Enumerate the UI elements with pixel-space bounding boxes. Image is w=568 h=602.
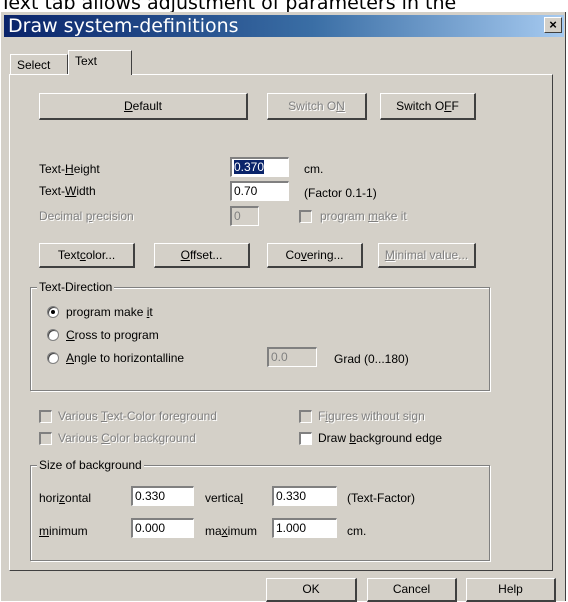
switch-on-button[interactable]: Switch ON <box>267 93 367 120</box>
text-height-label: Text-Height <box>39 162 100 176</box>
figures-without-sign-label: Figures without sign <box>318 409 425 423</box>
offset-button[interactable]: Offset... <box>154 243 250 268</box>
horizontal-field[interactable]: 0.330 <box>131 486 194 506</box>
text-width-hint: (Factor 0.1-1) <box>304 186 377 200</box>
default-button[interactable]: Default <box>39 93 248 120</box>
various-text-color-checkbox[interactable] <box>39 410 52 423</box>
close-button[interactable]: × <box>544 17 562 33</box>
various-color-background-checkbox[interactable] <box>39 432 52 445</box>
text-height-field[interactable]: 0.370 <box>230 157 289 177</box>
text-width-label: Text-Width <box>39 184 96 198</box>
tab-select[interactable]: Select <box>10 54 68 74</box>
decimal-precision-label: Decimal precision <box>39 209 134 223</box>
angle-field[interactable]: 0.0 <box>267 347 317 367</box>
vertical-label: vertical <box>205 491 244 505</box>
text-direction-group: Text-Direction program make it Cross to … <box>30 280 490 391</box>
radio-program-make-it-label: program make it <box>66 305 153 319</box>
switch-off-button[interactable]: Switch OFF <box>380 93 476 120</box>
text-height-value: 0.370 <box>234 160 265 174</box>
minimum-label: minimum <box>39 524 88 538</box>
maximum-label: maximum <box>205 524 258 538</box>
various-color-background-label: Various Color background <box>58 431 196 445</box>
text-height-unit: cm. <box>304 162 324 176</box>
title-bar: Draw system-definitions × <box>4 15 564 37</box>
covering-button[interactable]: Covering... <box>267 243 363 268</box>
radio-angle-to-horizontal[interactable] <box>47 352 59 364</box>
caption-text: Text tab allows adjustment of parameters… <box>0 0 457 12</box>
various-text-color-label: Various Text-Color foreground <box>58 409 217 423</box>
radio-cross-to-program-label: Cross to program <box>66 328 159 342</box>
tab-panel-text: Default Switch ON Switch OFF Text-Height… <box>9 74 553 571</box>
vertical-field[interactable]: 0.330 <box>272 486 337 506</box>
program-make-it-checkbox[interactable] <box>299 210 312 223</box>
minimal-value-button[interactable]: Minimal value... <box>378 243 476 268</box>
tab-text[interactable]: Text <box>68 50 132 75</box>
textcolor-button[interactable]: Textcolor... <box>39 243 135 268</box>
help-button[interactable]: Help <box>466 578 556 602</box>
cancel-button[interactable]: Cancel <box>367 578 457 602</box>
draw-background-edge-label: Draw background edge <box>318 431 443 445</box>
dialog-window: Draw system-definitions × Select Text De… <box>0 12 566 602</box>
radio-program-make-it[interactable] <box>47 306 59 318</box>
maximum-unit-label: cm. <box>347 524 367 538</box>
draw-background-edge-checkbox[interactable] <box>299 432 312 445</box>
figures-without-sign-checkbox[interactable] <box>299 410 312 423</box>
angle-unit-label: Grad (0...180) <box>334 352 409 366</box>
radio-selected-dot <box>51 310 55 314</box>
text-direction-title: Text-Direction <box>37 280 115 294</box>
program-make-it-label: program make it <box>320 209 407 223</box>
minimum-field[interactable]: 0.000 <box>131 518 194 538</box>
decimal-precision-field[interactable]: 0 <box>230 206 259 226</box>
radio-angle-to-horizontal-label: Angle to horizontalline <box>66 351 185 365</box>
size-of-background-group: Size of background horizontal 0.330 vert… <box>30 458 490 561</box>
maximum-field[interactable]: 1.000 <box>272 518 337 538</box>
horizontal-label: horizontal <box>39 491 92 505</box>
radio-cross-to-program[interactable] <box>47 329 59 341</box>
size-of-background-title: Size of background <box>37 458 144 472</box>
ok-button[interactable]: OK <box>266 578 357 602</box>
text-width-field[interactable]: 0.70 <box>230 181 289 201</box>
text-factor-label: (Text-Factor) <box>347 491 416 505</box>
window-title: Draw system-definitions <box>8 15 239 37</box>
